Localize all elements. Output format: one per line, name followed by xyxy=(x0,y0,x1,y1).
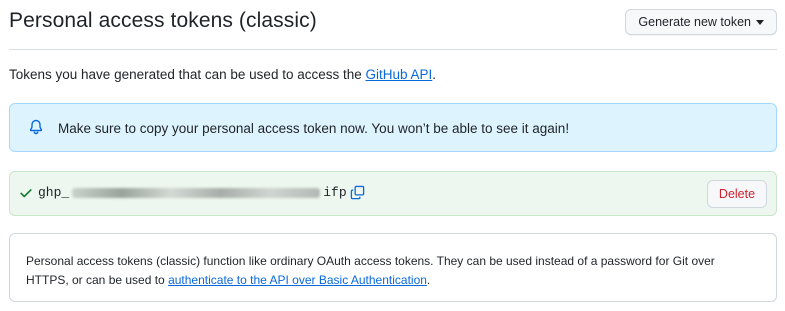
token-prefix: ghp_ xyxy=(38,185,70,200)
page-title: Personal access tokens (classic) xyxy=(9,9,317,32)
copy-icon[interactable] xyxy=(350,185,365,200)
intro-text-after: . xyxy=(432,67,437,82)
github-api-link[interactable]: GitHub API xyxy=(366,67,433,82)
info-box: Personal access tokens (classic) functio… xyxy=(9,233,777,302)
bell-icon xyxy=(29,119,43,135)
page-header: Personal access tokens (classic) Generat… xyxy=(9,0,777,50)
caret-down-icon xyxy=(756,20,764,25)
info-text-after: . xyxy=(426,273,431,287)
copy-token-message: Make sure to copy your personal access t… xyxy=(58,121,570,136)
token-value[interactable]: ghp_ ifp xyxy=(38,185,347,200)
check-icon xyxy=(20,189,32,198)
copy-token-notice: Make sure to copy your personal access t… xyxy=(9,103,777,152)
intro-text: Tokens you have generated that can be us… xyxy=(9,67,436,82)
generate-new-token-button[interactable]: Generate new token xyxy=(625,9,777,35)
intro-text-before: Tokens you have generated that can be us… xyxy=(9,67,366,82)
generate-new-token-label: Generate new token xyxy=(638,15,751,29)
delete-token-button[interactable]: Delete xyxy=(707,180,767,208)
new-token-row: ghp_ ifp Delete xyxy=(9,171,777,216)
token-suffix: ifp xyxy=(323,185,347,200)
token-redacted-segment xyxy=(72,187,321,198)
basic-auth-link[interactable]: authenticate to the API over Basic Authe… xyxy=(168,273,427,287)
